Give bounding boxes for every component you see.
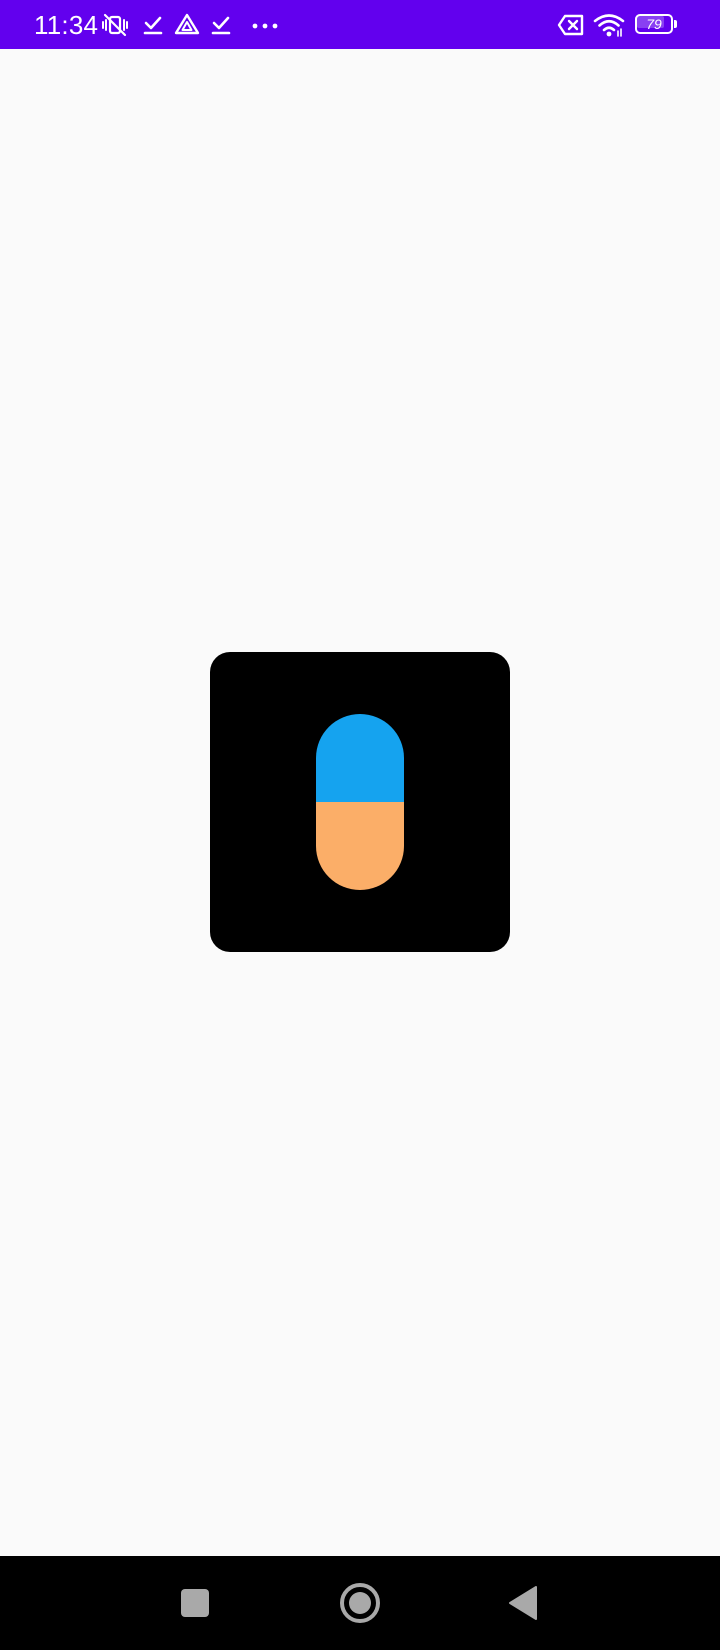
- home-icon: [340, 1583, 380, 1623]
- navigation-bar: [0, 1556, 720, 1650]
- more-dots-icon: [250, 12, 282, 38]
- recents-icon: [181, 1589, 209, 1617]
- status-time: 11:34: [34, 10, 99, 40]
- battery-level: 79: [646, 16, 662, 32]
- capsule-top-half: [316, 714, 404, 802]
- download-done-icon: [140, 12, 166, 38]
- home-button[interactable]: [335, 1578, 385, 1628]
- capsule-pill-icon: [316, 714, 404, 890]
- drive-icon: [173, 12, 201, 38]
- wifi-icon: [592, 12, 626, 38]
- main-content: [0, 49, 720, 1556]
- back-icon: [509, 1586, 537, 1620]
- back-button[interactable]: [498, 1578, 548, 1628]
- battery-icon: 79: [635, 14, 679, 36]
- capsule-bottom-half: [316, 802, 404, 890]
- recents-button[interactable]: [170, 1578, 220, 1628]
- no-sim-icon: [556, 12, 586, 38]
- app-icon: [210, 652, 510, 952]
- vibrate-off-icon: [100, 12, 130, 38]
- download-done-icon: [208, 12, 234, 38]
- status-bar: 11:34 79: [0, 0, 720, 49]
